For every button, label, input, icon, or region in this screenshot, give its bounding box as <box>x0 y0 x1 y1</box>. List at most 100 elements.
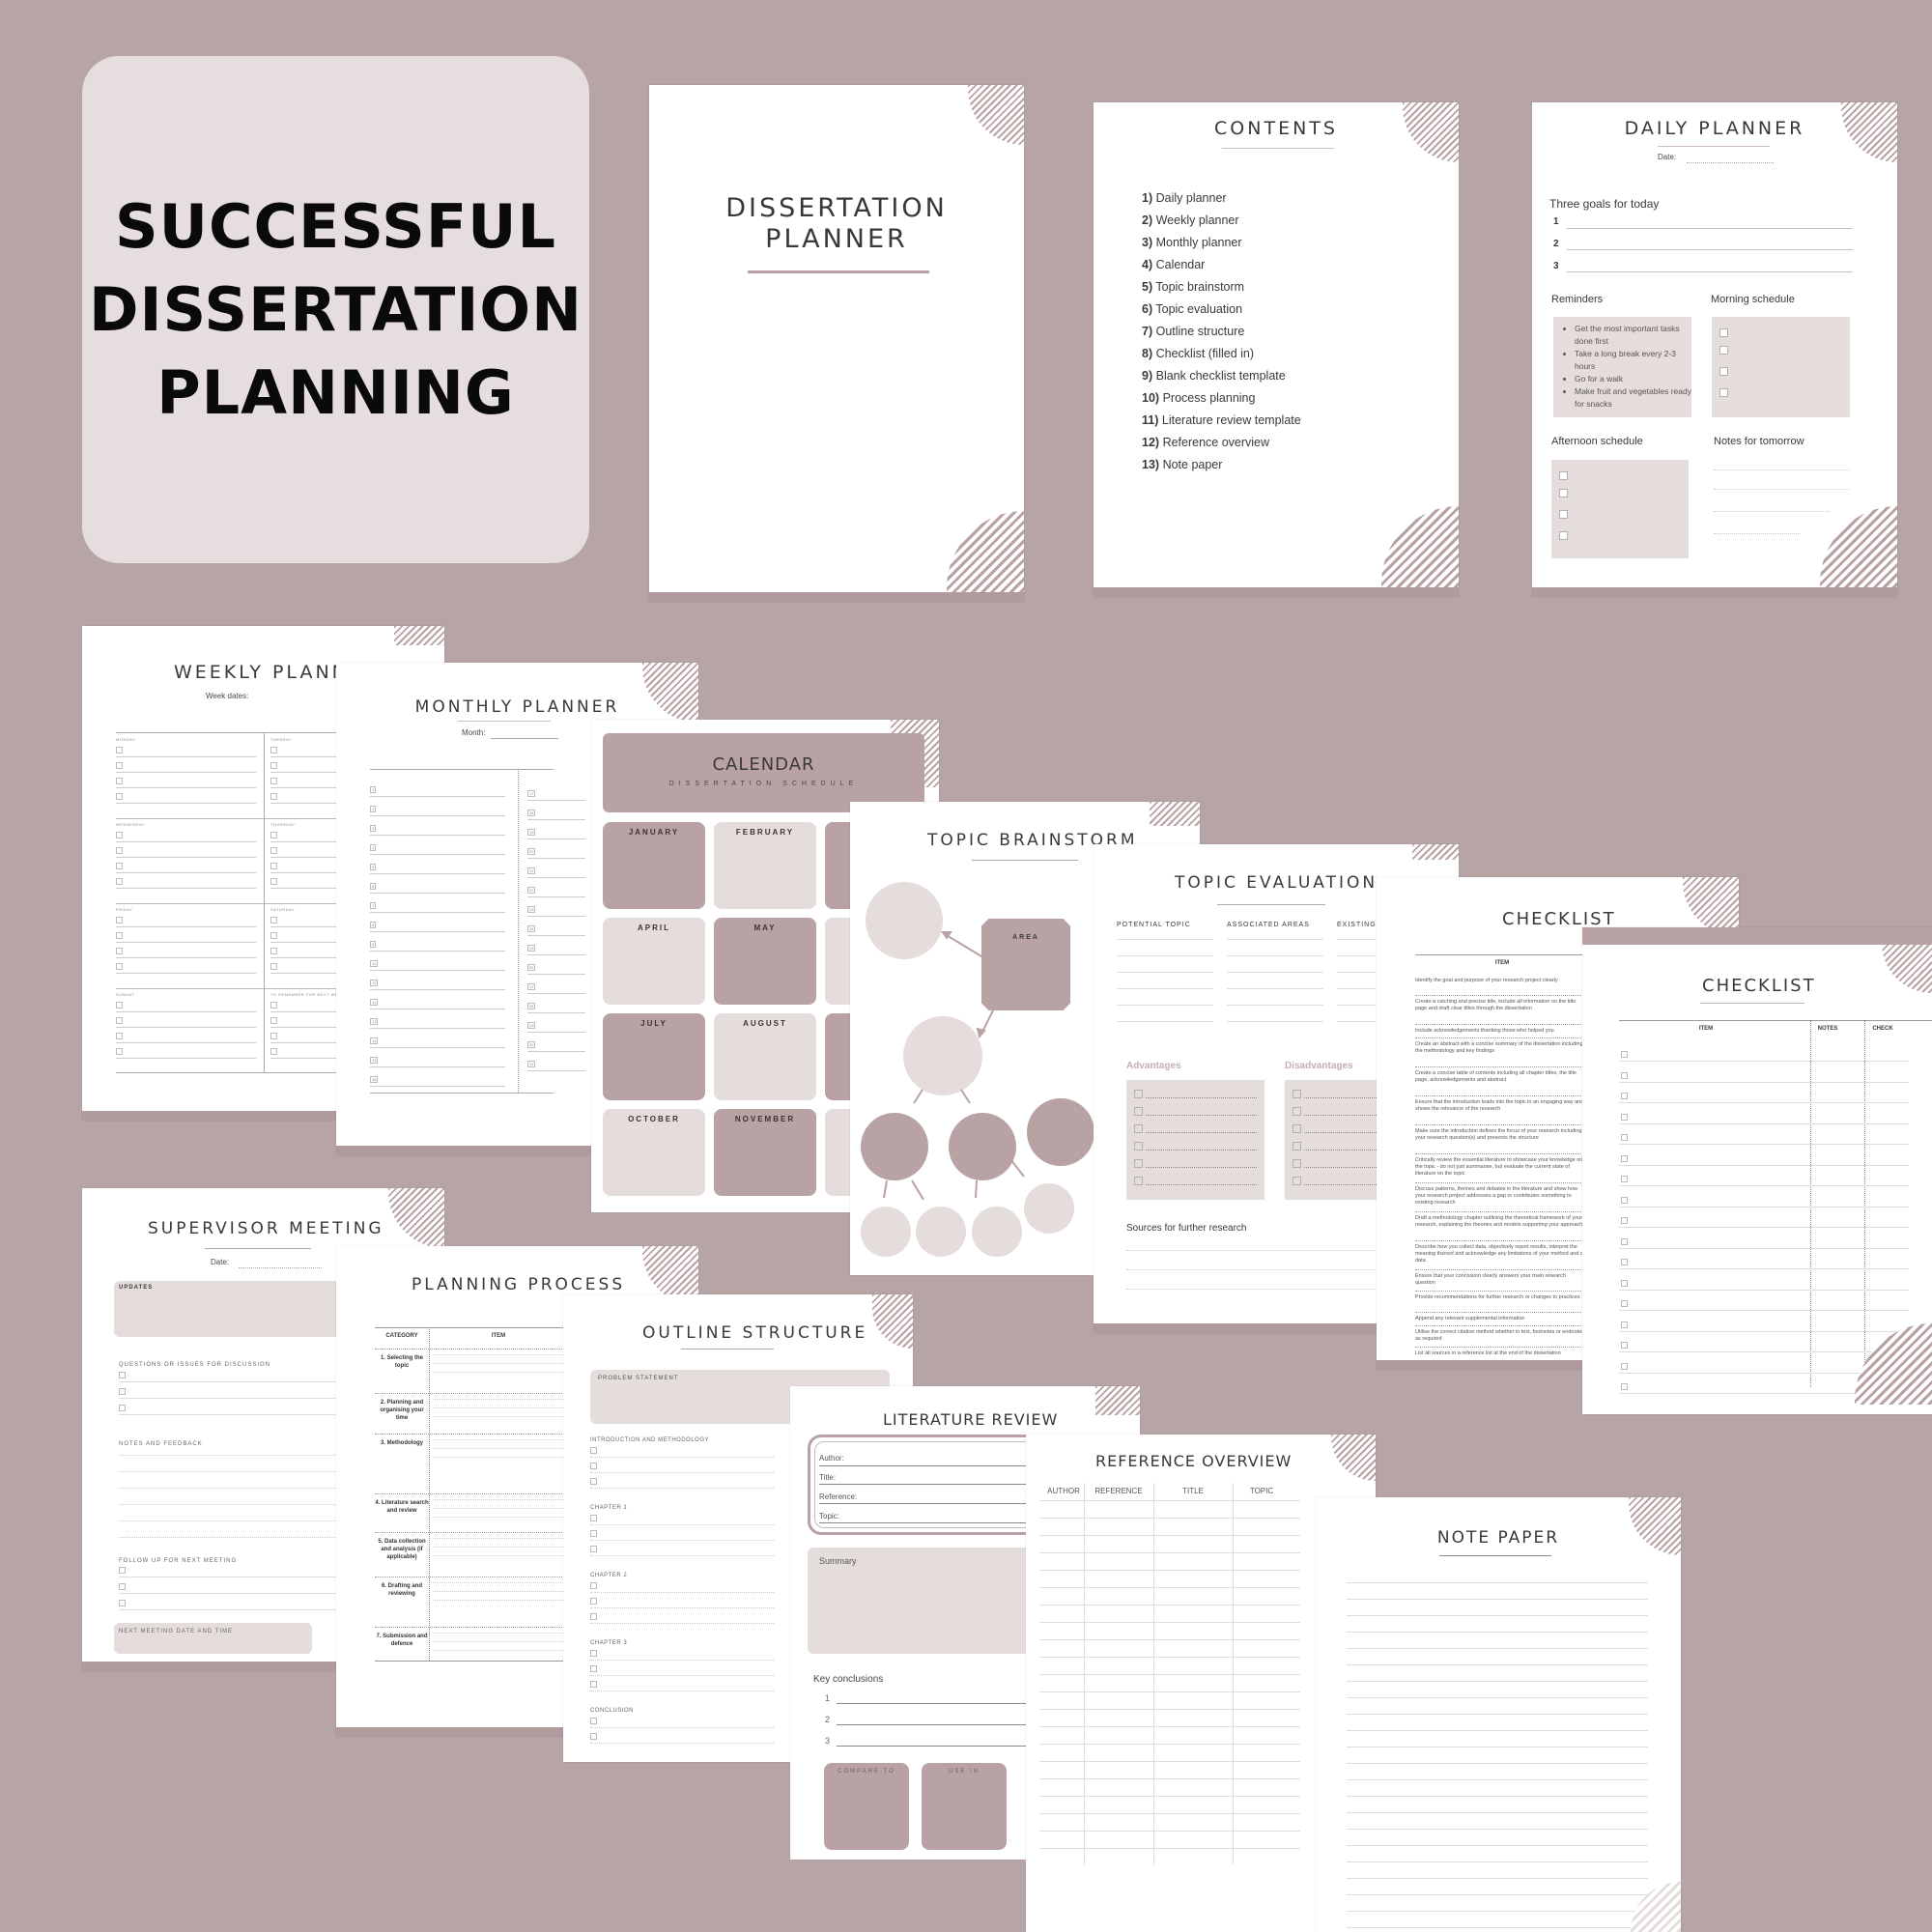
checkbox[interactable] <box>116 948 123 954</box>
checkbox[interactable] <box>590 1478 597 1485</box>
checkbox[interactable] <box>1621 1196 1628 1204</box>
task-line[interactable] <box>116 772 256 773</box>
checkbox[interactable] <box>590 1447 597 1454</box>
checkbox[interactable] <box>1621 1321 1628 1328</box>
checklist-item[interactable]: Discuss patterns, themes and debates in … <box>1415 1186 1587 1207</box>
task-line[interactable] <box>116 1011 256 1012</box>
month-cell-april[interactable]: APRIL <box>603 918 705 1005</box>
note-line[interactable] <box>1347 1796 1648 1797</box>
checkbox[interactable] <box>270 878 277 885</box>
note-line[interactable] <box>1347 1911 1648 1912</box>
contents-item[interactable]: 3) Monthly planner <box>1142 232 1301 254</box>
date-field[interactable] <box>1687 162 1774 164</box>
checklist-item[interactable]: Describe how you collect data, objective… <box>1415 1244 1587 1264</box>
eval-line[interactable] <box>1227 939 1323 940</box>
checklist-item[interactable]: Create a concise table of contents inclu… <box>1415 1070 1587 1084</box>
note-line[interactable] <box>1347 1779 1648 1780</box>
checkbox[interactable] <box>1293 1090 1301 1098</box>
day-line[interactable] <box>527 974 585 975</box>
task-line[interactable] <box>116 841 256 842</box>
checkbox[interactable] <box>1559 489 1568 497</box>
checkbox[interactable] <box>590 1733 597 1740</box>
checkbox[interactable] <box>119 1388 126 1395</box>
checkbox[interactable] <box>116 878 123 885</box>
checkbox[interactable] <box>1134 1177 1143 1185</box>
checkbox[interactable] <box>119 1372 126 1378</box>
checkbox[interactable] <box>270 917 277 923</box>
note-line[interactable] <box>1347 1812 1648 1813</box>
line[interactable] <box>590 1727 774 1728</box>
day-line[interactable] <box>370 951 505 952</box>
task-line[interactable] <box>116 787 256 788</box>
checkbox[interactable] <box>1719 367 1728 376</box>
day-line[interactable] <box>370 1047 505 1048</box>
checkbox[interactable] <box>270 778 277 784</box>
note-line[interactable] <box>1347 1714 1648 1715</box>
contents-item[interactable]: 4) Calendar <box>1142 254 1301 276</box>
eval-line[interactable] <box>1227 955 1323 956</box>
day-line[interactable] <box>370 854 505 855</box>
next-meeting-box[interactable] <box>114 1623 312 1654</box>
checklist-item[interactable]: Ensure that your conclusion clearly answ… <box>1415 1273 1587 1287</box>
month-cell-january[interactable]: JANUARY <box>603 822 705 909</box>
day-line[interactable] <box>527 838 585 839</box>
checkbox[interactable] <box>270 932 277 939</box>
checkbox[interactable] <box>119 1583 126 1590</box>
note-line[interactable] <box>1347 1664 1648 1665</box>
checklist-item[interactable]: List all sources in a reference list at … <box>1415 1350 1587 1357</box>
month-cell-february[interactable]: FEBRUARY <box>714 822 816 909</box>
checklist-item[interactable]: Identify the goal and purpose of your re… <box>1415 978 1587 984</box>
checkbox[interactable] <box>119 1600 126 1606</box>
row-rule[interactable] <box>1039 1726 1300 1727</box>
row-rule[interactable] <box>1039 1744 1300 1745</box>
checkbox[interactable] <box>1621 1071 1628 1079</box>
date-field[interactable] <box>239 1267 322 1269</box>
dotted-line[interactable] <box>1146 1150 1257 1151</box>
checklist-item[interactable]: Utilise the correct citation method whet… <box>1415 1329 1587 1343</box>
row-rule[interactable] <box>1039 1813 1300 1814</box>
contents-item[interactable]: 5) Topic brainstorm <box>1142 276 1301 298</box>
row-rule[interactable] <box>1039 1778 1300 1779</box>
checkbox[interactable] <box>1134 1090 1143 1098</box>
checklist-item[interactable]: Make sure the introduction defines the f… <box>1415 1128 1587 1142</box>
task-line[interactable] <box>116 1042 256 1043</box>
contents-item[interactable]: 10) Process planning <box>1142 387 1301 410</box>
notes-line[interactable] <box>1714 533 1801 535</box>
checkbox[interactable] <box>116 747 123 753</box>
task-line[interactable] <box>116 926 256 927</box>
checkbox[interactable] <box>270 847 277 854</box>
row-rule[interactable] <box>1039 1622 1300 1623</box>
checkbox[interactable] <box>1134 1159 1143 1168</box>
line[interactable] <box>590 1690 774 1691</box>
checkbox[interactable] <box>1621 1300 1628 1307</box>
line[interactable] <box>590 1555 774 1556</box>
line[interactable] <box>590 1592 774 1593</box>
day-line[interactable] <box>527 1032 585 1033</box>
task-line[interactable] <box>116 756 256 757</box>
eval-line[interactable] <box>1117 955 1213 956</box>
checkbox[interactable] <box>1293 1107 1301 1116</box>
notes-line[interactable] <box>1714 489 1849 491</box>
contents-item[interactable]: 6) Topic evaluation <box>1142 298 1301 321</box>
checkbox[interactable] <box>119 1405 126 1411</box>
checkbox[interactable] <box>1719 388 1728 397</box>
task-line[interactable] <box>116 1027 256 1028</box>
checkbox[interactable] <box>270 747 277 753</box>
row-rule[interactable] <box>1039 1518 1300 1519</box>
checkbox[interactable] <box>270 832 277 838</box>
checkbox[interactable] <box>1134 1107 1143 1116</box>
checkbox[interactable] <box>590 1665 597 1672</box>
checkbox[interactable] <box>590 1582 597 1589</box>
task-line[interactable] <box>116 888 256 889</box>
checkbox[interactable] <box>119 1567 126 1574</box>
eval-line[interactable] <box>1227 972 1323 973</box>
contents-item[interactable]: 9) Blank checklist template <box>1142 365 1301 387</box>
checkbox[interactable] <box>1621 1176 1628 1182</box>
checkbox[interactable] <box>1621 1342 1628 1349</box>
day-line[interactable] <box>370 931 505 932</box>
day-line[interactable] <box>527 1070 585 1071</box>
eval-line[interactable] <box>1337 955 1376 956</box>
checkbox[interactable] <box>270 863 277 869</box>
day-line[interactable] <box>370 1086 505 1087</box>
checkbox[interactable] <box>590 1515 597 1521</box>
